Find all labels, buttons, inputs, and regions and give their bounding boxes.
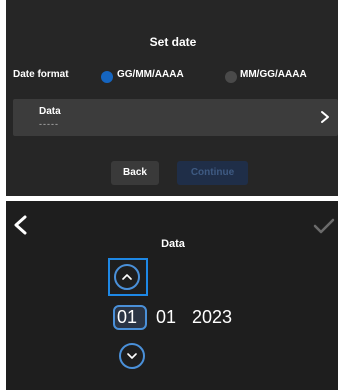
dialog-title: Set date bbox=[149, 35, 197, 49]
radio-gg-mm-aaaa[interactable] bbox=[101, 71, 113, 83]
chevron-right-icon bbox=[321, 111, 329, 123]
chevron-down-icon bbox=[127, 353, 137, 359]
decrement-button[interactable] bbox=[119, 343, 145, 369]
option-gg-mm-aaaa-label[interactable]: GG/MM/AAAA bbox=[117, 69, 184, 80]
continue-button[interactable]: Continue bbox=[177, 161, 248, 185]
year-value[interactable]: 2023 bbox=[192, 305, 232, 330]
set-date-dialog: Set date Date format GG/MM/AAAA MM/GG/AA… bbox=[6, 0, 338, 196]
option-mm-gg-aaaa-label[interactable]: MM/GG/AAAA bbox=[240, 69, 307, 80]
back-button[interactable]: Back bbox=[111, 161, 159, 185]
date-field-row[interactable]: Data ----- bbox=[13, 99, 338, 136]
increment-focus-box bbox=[108, 258, 148, 296]
radio-mm-gg-aaaa[interactable] bbox=[225, 71, 237, 83]
date-field-label: Data bbox=[39, 106, 61, 117]
chevron-up-icon bbox=[122, 274, 132, 280]
back-arrow-icon[interactable] bbox=[11, 214, 29, 236]
date-format-label: Date format bbox=[13, 69, 69, 80]
check-icon[interactable] bbox=[312, 217, 336, 235]
month-value[interactable]: 01 bbox=[156, 305, 176, 330]
day-value[interactable]: 01 bbox=[117, 305, 137, 330]
picker-title: Data bbox=[161, 238, 185, 250]
increment-button[interactable] bbox=[114, 264, 140, 290]
date-field-value: ----- bbox=[39, 119, 59, 129]
date-picker-screen: Data 01 01 2023 bbox=[6, 201, 338, 390]
